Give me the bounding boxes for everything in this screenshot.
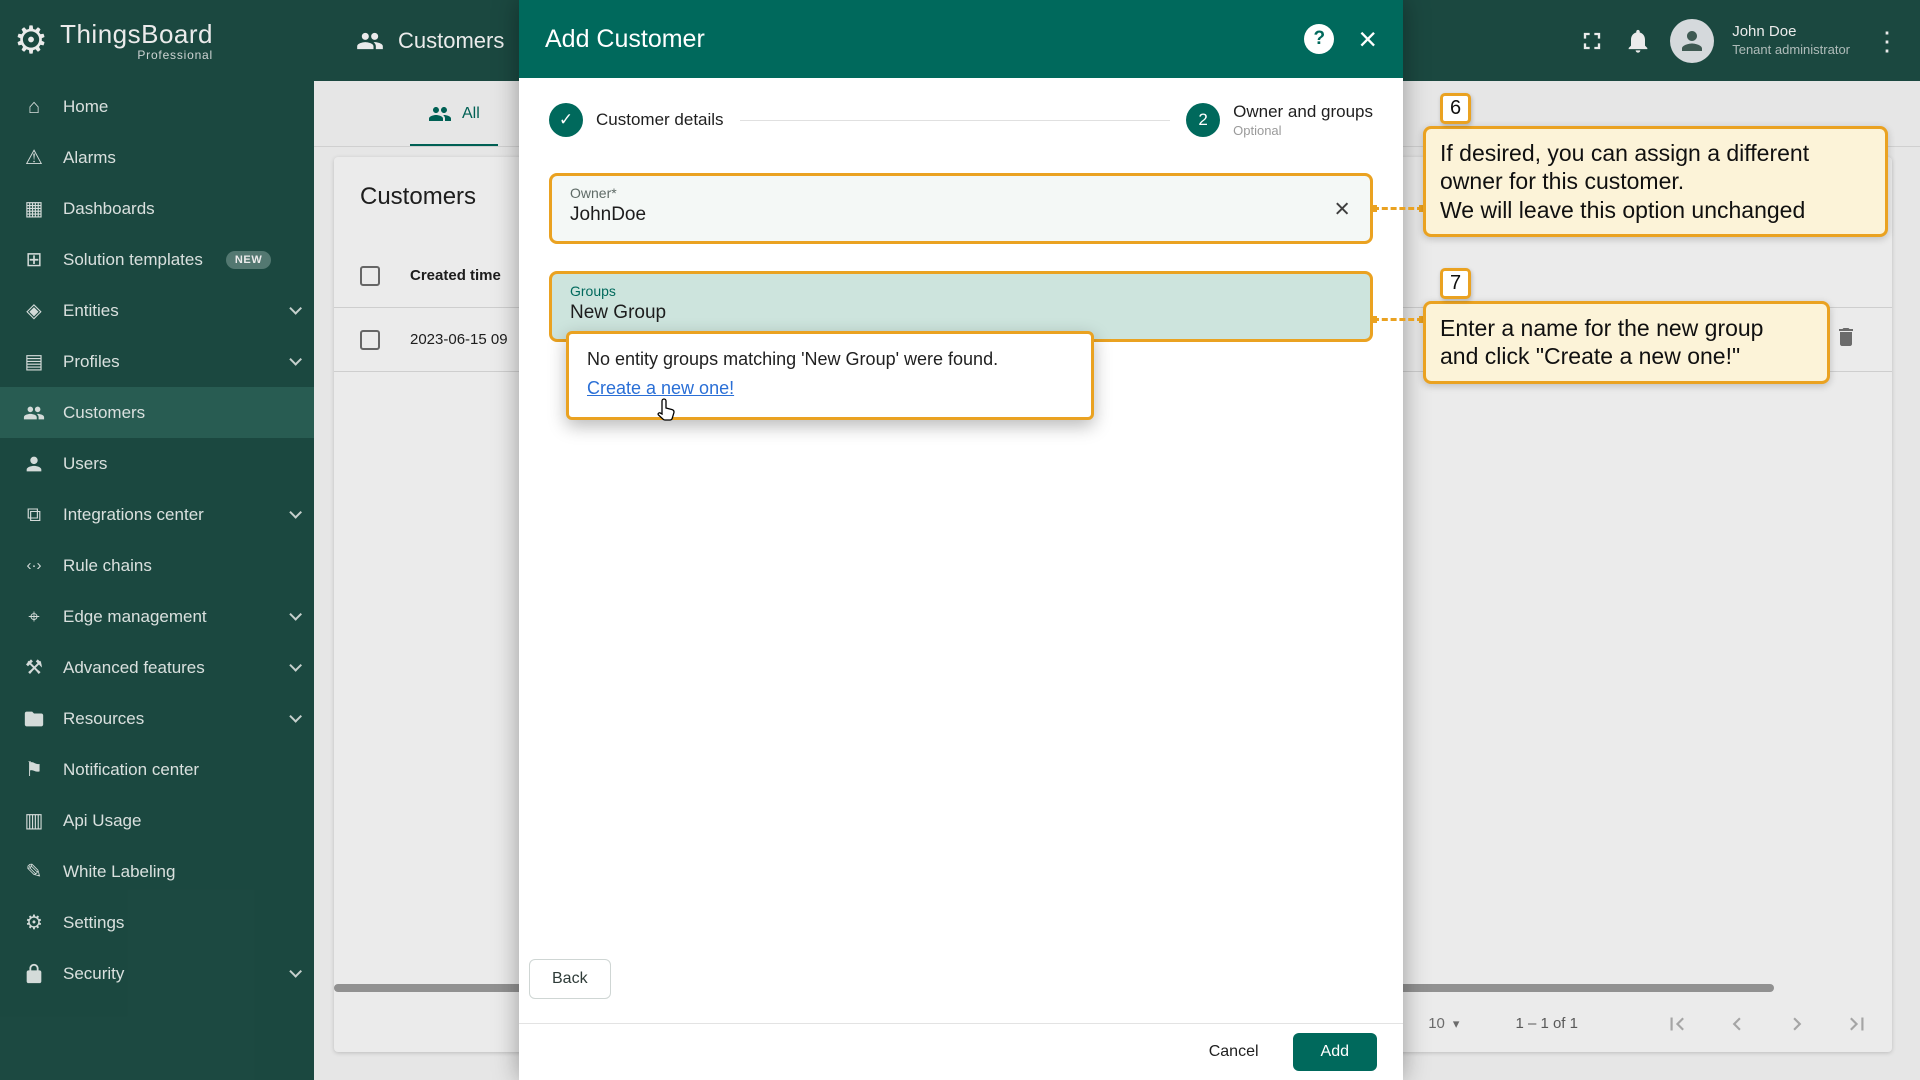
callout-owner: 6 If desired, you can assign a different… xyxy=(1423,126,1888,237)
check-icon: ✓ xyxy=(549,103,583,137)
owner-field-label: Owner* xyxy=(570,185,1352,201)
callout-7-text-line1: Enter a name for the new group xyxy=(1440,314,1813,342)
add-customer-dialog: Add Customer ? × ✓ Customer details 2 Ow… xyxy=(519,0,1403,1080)
callout-group: 7 Enter a name for the new group and cli… xyxy=(1423,301,1830,384)
owner-field-value: JohnDoe xyxy=(570,204,1352,226)
create-new-group-link[interactable]: Create a new one! xyxy=(587,378,734,399)
callout-7-text-line2: and click "Create a new one!" xyxy=(1440,342,1813,370)
clear-icon[interactable]: × xyxy=(1334,195,1350,222)
cancel-button[interactable]: Cancel xyxy=(1209,1043,1259,1061)
callout-6-text-line2: We will leave this option unchanged xyxy=(1440,196,1871,224)
callout-6-connector xyxy=(1373,207,1423,210)
close-icon[interactable]: × xyxy=(1358,23,1377,55)
stepper: ✓ Customer details 2 Owner and groups Op… xyxy=(549,102,1373,138)
callout-7-number: 7 xyxy=(1440,268,1471,299)
add-button[interactable]: Add xyxy=(1293,1033,1377,1071)
step-optional-label: Optional xyxy=(1233,123,1373,138)
step-number: 2 xyxy=(1186,103,1220,137)
no-groups-message: No entity groups matching 'New Group' we… xyxy=(587,349,1073,370)
hand-cursor-icon xyxy=(657,398,677,422)
dialog-body: ✓ Customer details 2 Owner and groups Op… xyxy=(519,78,1403,1023)
dialog-title: Add Customer xyxy=(545,25,705,54)
step-owner-and-groups[interactable]: 2 Owner and groups Optional xyxy=(1186,102,1373,138)
app-root: ⚙ ThingsBoard Professional ⌂ Home ⚠ Alar… xyxy=(0,0,1920,1080)
groups-autocomplete-panel: No entity groups matching 'New Group' we… xyxy=(566,331,1094,420)
dialog-footer: Cancel Add xyxy=(519,1023,1403,1080)
callout-6-text-line1: If desired, you can assign a different o… xyxy=(1440,139,1871,196)
back-button[interactable]: Back xyxy=(529,959,611,999)
groups-field-label: Groups xyxy=(570,283,1352,299)
dialog-header: Add Customer ? × xyxy=(519,0,1403,78)
callout-7-connector xyxy=(1373,318,1423,321)
stepper-connector xyxy=(740,120,1171,121)
help-icon[interactable]: ? xyxy=(1304,24,1334,54)
callout-6-number: 6 xyxy=(1440,93,1471,124)
step-customer-details[interactable]: ✓ Customer details xyxy=(549,103,724,137)
groups-field-value: New Group xyxy=(570,302,1352,324)
owner-field[interactable]: Owner* JohnDoe × xyxy=(549,173,1373,244)
